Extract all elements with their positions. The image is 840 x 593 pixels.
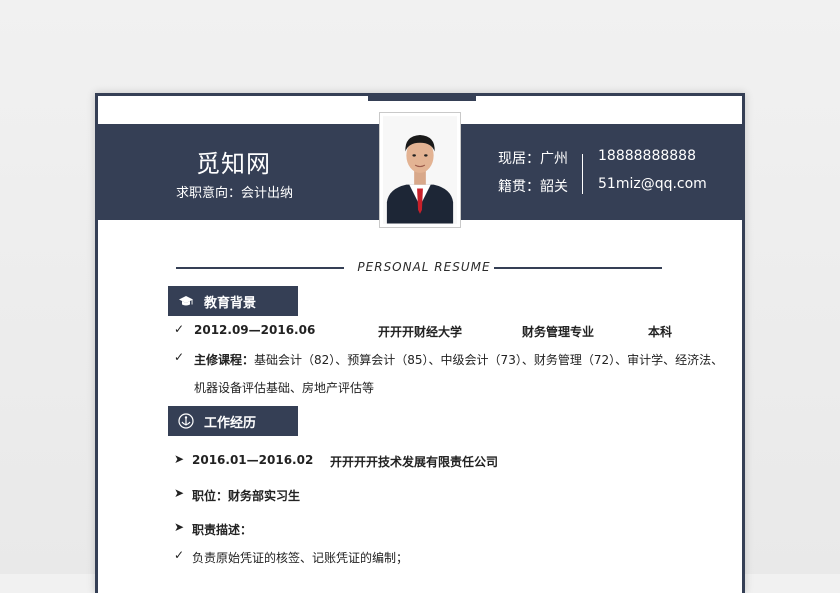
work-header: 工作经历 [168, 406, 298, 436]
residence: 现居：广州 [498, 151, 568, 167]
arrow-right-icon: ➤ [174, 486, 185, 500]
email: 51miz@qq.com [598, 176, 707, 192]
education-school: 开开开财经大学 [378, 325, 463, 339]
courses-label: 主修课程： [194, 353, 255, 367]
duty-item: 负责原始凭证的核签、记账凭证的编制； [192, 551, 409, 565]
courses-line1: 基础会计（82）、预算会计（85）、中级会计（73）、财务管理（72）、审计学、… [254, 353, 724, 367]
education-degree: 本科 [648, 325, 673, 339]
arrow-right-icon: ➤ [174, 452, 185, 466]
work-period: 2016.01—2016.02 [192, 453, 314, 467]
anchor-icon [178, 413, 194, 429]
resume-title-row: PERSONAL RESUME [176, 260, 662, 274]
check-icon: ✓ [174, 350, 185, 364]
work-company: 开开开开技术发展有限责任公司 [330, 455, 499, 469]
phone: 18888888888 [598, 148, 696, 164]
arrow-right-icon: ➤ [174, 520, 185, 534]
title-line-right [494, 267, 662, 269]
profile-photo [379, 112, 461, 228]
duties-label: 职责描述： [192, 523, 253, 537]
education-header: 教育背景 [168, 286, 298, 316]
courses-line2: 机器设备评估基础、房地产评估等 [194, 381, 375, 395]
work-position: 职位：财务部实习生 [192, 489, 301, 503]
courses: 主修课程：基础会计（82）、预算会计（85）、中级会计（73）、财务管理（72）… [194, 351, 723, 368]
work-title: 工作经历 [204, 416, 257, 431]
top-tab [368, 93, 476, 101]
job-intent: 求职意向：会计出纳 [176, 186, 294, 201]
graduation-cap-icon [179, 296, 193, 306]
check-icon: ✓ [174, 548, 185, 562]
education-major: 财务管理专业 [522, 325, 595, 339]
resume-page: 觅知网 求职意向：会计出纳 现居：广州 籍贯：韶关 18888888888 51… [95, 93, 745, 593]
check-icon: ✓ [174, 322, 185, 336]
title-line-left [176, 267, 344, 269]
header-divider [582, 154, 583, 194]
education-title: 教育背景 [204, 296, 257, 311]
origin: 籍贯：韶关 [498, 179, 568, 195]
avatar [383, 116, 457, 224]
education-period: 2012.09—2016.06 [194, 323, 316, 337]
candidate-name: 觅知网 [196, 150, 271, 178]
resume-title: PERSONAL RESUME [357, 260, 491, 274]
